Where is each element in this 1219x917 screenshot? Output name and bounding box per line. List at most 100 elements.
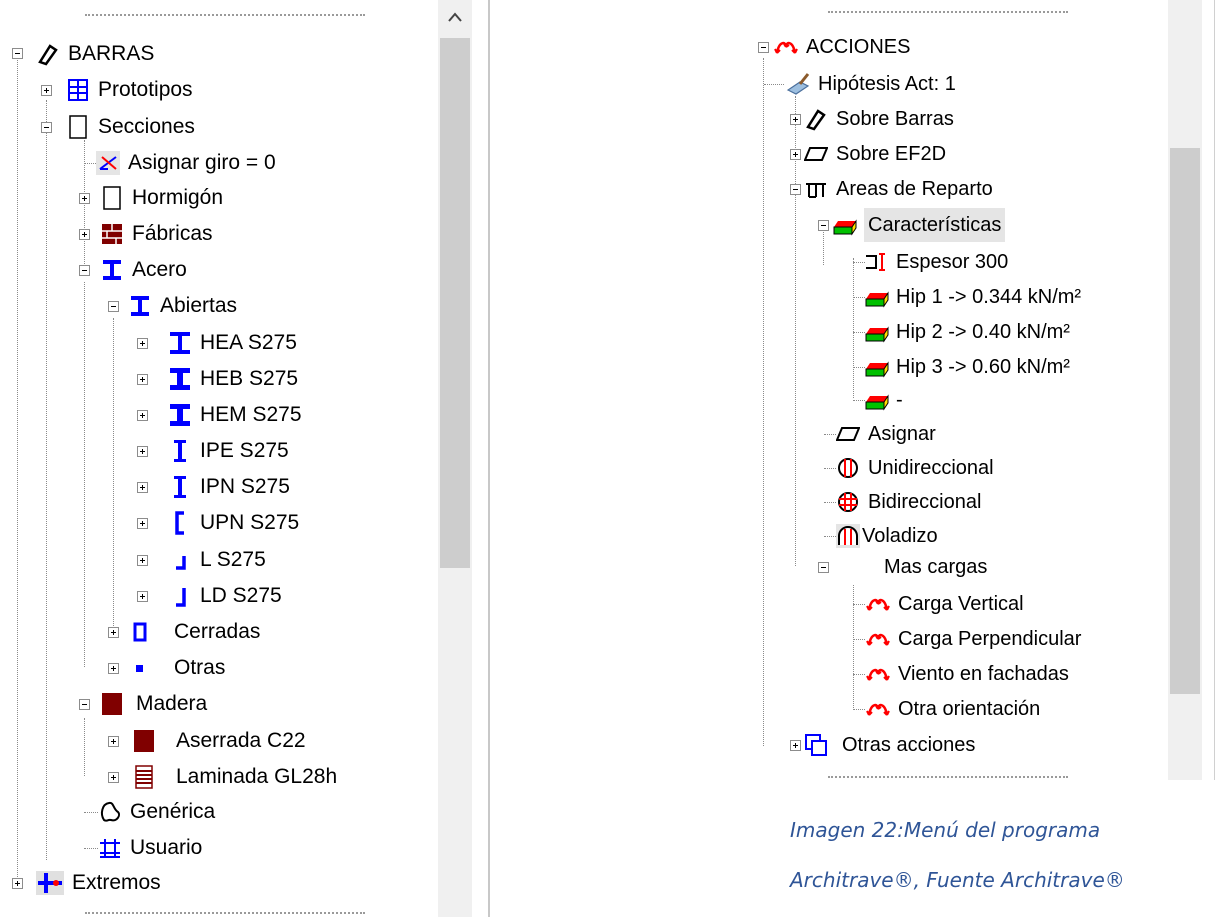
tree-item-hipotesis[interactable]: Hipótesis Act: 1 [786,67,956,101]
expand-toggle-hea[interactable] [137,338,148,349]
expand-toggle-abiertas[interactable] [108,301,119,312]
top-dotted-separator [828,11,1068,13]
tree-item-abiertas[interactable]: Abiertas [128,289,237,323]
tree-item-asignar[interactable]: Asignar [835,417,936,451]
i-beam-icon [100,258,124,282]
brick-icon [100,222,124,246]
expand-toggle-barras[interactable] [12,48,23,59]
tree-item-areas[interactable]: Areas de Reparto [804,172,993,206]
tree-item-madera[interactable]: Madera [100,687,207,721]
expand-toggle-fabricas[interactable] [79,229,90,240]
left-tree-panel: BARRAS Prototipos Secciones Asignar giro… [0,0,490,917]
tree-item-acero[interactable]: Acero [100,253,187,287]
tree-item-label: Hip 2 -> 0.40 kN/m² [896,321,1070,343]
expand-toggle-otras[interactable] [108,663,119,674]
expand-toggle-acciones[interactable] [758,42,769,53]
tree-item-laminada[interactable]: Laminada GL28h [132,760,337,794]
expand-toggle-hormigon[interactable] [79,193,90,204]
tree-item-label: Características [864,208,1006,242]
tree-item-sobre-barras[interactable]: Sobre Barras [804,102,954,136]
tree-item-extremos[interactable]: Extremos [36,866,161,900]
tree-item-secciones[interactable]: Secciones [66,110,195,144]
tree-item-otras-acciones[interactable]: Otras acciones [804,728,975,762]
distribution-areas-icon [804,177,828,201]
expand-toggle-acero[interactable] [79,265,90,276]
expand-toggle-heb[interactable] [137,374,148,385]
expand-toggle-secciones[interactable] [41,122,52,133]
i-beam-icon [128,294,152,318]
tree-item-mas-cargas[interactable]: Mas cargas [884,550,987,584]
expand-toggle-madera[interactable] [79,699,90,710]
tree-item-cerradas[interactable]: Cerradas [128,615,260,649]
figure-caption-line2: Architrave®, Fuente Architrave® [790,868,1125,892]
tree-item-generica[interactable]: Genérica [98,795,215,829]
expand-toggle-extremos[interactable] [12,878,23,889]
tree-item-hem[interactable]: HEM S275 [168,398,302,432]
expand-toggle-otras-acciones[interactable] [790,740,801,751]
expand-toggle-ipe[interactable] [137,446,148,457]
tree-item-hea[interactable]: HEA S275 [168,326,297,360]
tree-item-viento[interactable]: Viento en fachadas [866,657,1069,691]
expand-toggle-caracteristicas[interactable] [818,220,829,231]
tree-item-voladizo[interactable]: Voladizo [836,519,938,553]
tree-item-hip2[interactable]: Hip 2 -> 0.40 kN/m² [864,315,1070,349]
expand-toggle-l[interactable] [137,555,148,566]
tree-item-label: Hormigón [132,186,224,209]
tree-item-fabricas[interactable]: Fábricas [100,217,213,251]
slab-load-icon [864,355,889,379]
tree-item-ipn[interactable]: IPN S275 [168,470,290,504]
expand-toggle-hem[interactable] [137,410,148,421]
tree-item-new-hypothesis[interactable]: - [864,383,903,417]
tree-item-upn[interactable]: UPN S275 [168,506,299,540]
tree-item-asignar-giro[interactable]: Asignar giro = 0 [96,146,276,180]
slab-load-icon [864,388,889,412]
expand-toggle-ld[interactable] [137,591,148,602]
tree-item-label: Mas cargas [884,556,988,578]
expand-toggle-mas-cargas[interactable] [818,562,829,573]
tree-item-label: Asignar giro = 0 [128,151,276,174]
tree-item-label: L S275 [200,548,266,571]
figure-caption-line1: Imagen 22:Menú del programa [790,818,1101,842]
expand-toggle-cerradas[interactable] [108,627,119,638]
expand-toggle-ipn[interactable] [137,482,148,493]
tree-item-unidireccional[interactable]: Unidireccional [836,451,994,485]
tree-item-sobre-ef2d[interactable]: Sobre EF2D [803,137,946,171]
tree-item-ipe[interactable]: IPE S275 [168,434,289,468]
expand-toggle-aserrada[interactable] [108,736,119,747]
expand-toggle-areas[interactable] [790,184,801,195]
tree-item-label: Asignar [868,423,936,445]
tree-item-otras[interactable]: Otras [128,651,225,685]
tree-item-usuario[interactable]: Usuario [98,831,202,865]
top-dotted-separator [85,14,365,16]
expand-toggle-sobre-barras[interactable] [790,114,801,125]
tree-item-label: HEA S275 [200,331,297,354]
tree-item-hormigon[interactable]: Hormigón [100,181,223,215]
tree-item-hip1[interactable]: Hip 1 -> 0.344 kN/m² [864,280,1081,314]
tree-item-barras[interactable]: BARRAS [36,37,154,71]
expand-toggle-prototipos[interactable] [41,85,52,96]
expand-toggle-sobre-ef2d[interactable] [790,149,801,160]
tree-item-l[interactable]: L S275 [168,543,266,577]
tree-item-prototipos[interactable]: Prototipos [66,73,193,107]
tree-item-espesor[interactable]: Espesor 300 [864,245,1008,279]
tree-item-heb[interactable]: HEB S275 [168,362,298,396]
tree-item-carga-vertical[interactable]: Carga Vertical [866,587,1024,621]
rectangle-section-icon [66,115,90,139]
tree-item-aserrada[interactable]: Aserrada C22 [132,724,306,758]
tree-item-otra-orientacion[interactable]: Otra orientación [866,692,1040,726]
tree-item-bidireccional[interactable]: Bidireccional [836,485,981,519]
tree-item-label: Otras acciones [842,734,976,756]
scrollbar-thumb[interactable] [1170,148,1200,694]
tree-item-ld[interactable]: LD S275 [168,579,282,613]
angle-section-icon [168,548,192,572]
scroll-up-arrow-icon[interactable] [446,10,464,24]
expand-toggle-laminada[interactable] [108,772,119,783]
tree-item-carga-perpendicular[interactable]: Carga Perpendicular [866,622,1081,656]
laminated-timber-icon [132,765,156,789]
tree-item-acciones[interactable]: ACCIONES [774,30,910,64]
tree-item-caracteristicas[interactable]: Características [832,208,1006,242]
tree-item-label: BARRAS [68,42,155,65]
scrollbar-thumb[interactable] [440,38,470,568]
expand-toggle-upn[interactable] [137,518,148,529]
tree-item-hip3[interactable]: Hip 3 -> 0.60 kN/m² [864,350,1070,384]
